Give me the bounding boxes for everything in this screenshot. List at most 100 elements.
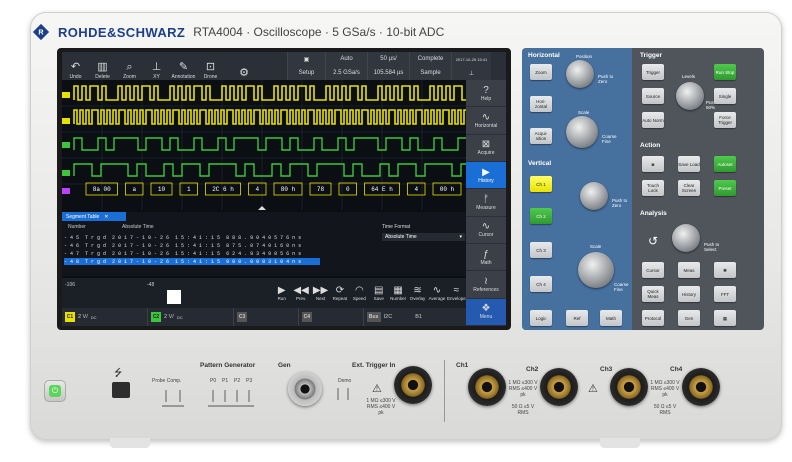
undo-button[interactable]: ↶ Undo bbox=[62, 52, 89, 80]
single-hw-button[interactable]: Single bbox=[714, 88, 736, 104]
ch2-offset-marker[interactable] bbox=[62, 170, 70, 176]
touch-lock-hw-button[interactable]: Touch Lock bbox=[642, 180, 664, 196]
segment-table-panel: Segment Table ✕ Number Absolute Time Time… bbox=[62, 212, 466, 276]
settings-hw-button[interactable]: ✱ bbox=[714, 262, 736, 278]
navigation-knob[interactable] bbox=[672, 224, 700, 252]
table-row[interactable]: - 4 6T r g d2 0 1 7 - 1 0 - 2 61 5 : 4 1… bbox=[64, 242, 320, 249]
acquisition-hw-button[interactable]: Acqui- sition bbox=[530, 128, 552, 144]
ch3-badge[interactable]: C3 bbox=[234, 308, 299, 326]
warning-icon: ⚠ bbox=[588, 383, 598, 395]
annotation-button[interactable]: ✎ Annotation bbox=[170, 52, 197, 80]
ch4-bnc-connector[interactable] bbox=[682, 368, 720, 406]
drone-button[interactable]: ⊡ Drone bbox=[197, 52, 224, 80]
zoom-hw-button[interactable]: Zoom bbox=[530, 64, 552, 80]
logic-hw-button[interactable]: Logic bbox=[530, 310, 552, 326]
trigger-level-knob[interactable] bbox=[676, 82, 704, 110]
ch1-marker[interactable] bbox=[62, 92, 70, 98]
protocol-hw-button[interactable]: Protocol bbox=[642, 310, 664, 326]
sidebar-item-history[interactable]: ▶ History bbox=[466, 161, 506, 190]
cursor-hw-button[interactable]: Cursor bbox=[642, 262, 664, 278]
math-hw-button[interactable]: Math bbox=[600, 310, 622, 326]
speed-button[interactable]: ◠ Speed bbox=[350, 278, 369, 308]
ch1-badge[interactable]: C1 2 V/DC bbox=[62, 308, 149, 326]
apps-hw-button[interactable]: ▦ bbox=[714, 310, 736, 326]
demo-pins[interactable] bbox=[332, 386, 356, 406]
sidebar-item-menu[interactable]: ❖ Menu bbox=[466, 298, 506, 326]
envelope-button[interactable]: ≈ Envelope bbox=[447, 278, 466, 308]
preset-hw-button[interactable]: Preset bbox=[714, 180, 736, 196]
repeat-button[interactable]: ⟳ Repeat bbox=[330, 278, 349, 308]
force-trigger-hw-button[interactable]: Force Trigger bbox=[714, 112, 736, 128]
power-button[interactable]: ⏻ bbox=[44, 380, 66, 402]
i2c-byte-label: 00 h bbox=[440, 186, 455, 193]
quick-meas-hw-button[interactable]: Quick Meas bbox=[642, 286, 664, 302]
horizontal-scale-knob[interactable] bbox=[566, 116, 598, 148]
gen-hw-button[interactable]: Gen bbox=[678, 310, 700, 326]
source-hw-button[interactable]: Source bbox=[642, 88, 664, 104]
run-button[interactable]: ▶ Run bbox=[272, 278, 291, 308]
touchscreen[interactable]: ↶ Undo ▥ Delete ⌕ Zoom ⊥ XY ✎ Annotation ⊡ Dro… bbox=[62, 52, 506, 326]
sidebar-item-acquire[interactable]: ⊠ Acquire bbox=[466, 135, 506, 162]
average-button[interactable]: ∿ Average bbox=[427, 278, 446, 308]
table-row[interactable]: - 4 5T r g d2 0 1 7 - 1 0 - 2 61 5 : 4 1… bbox=[64, 234, 320, 241]
number-button[interactable]: ▦ Number bbox=[388, 278, 407, 308]
ref-hw-button[interactable]: Ref bbox=[566, 310, 588, 326]
prev-button[interactable]: ◀◀ Prev. bbox=[291, 278, 310, 308]
ch2-hw-button[interactable]: Ch 2 bbox=[530, 208, 552, 224]
ch1-bnc-connector[interactable] bbox=[468, 368, 506, 406]
ch2-bnc-connector[interactable] bbox=[540, 368, 578, 406]
clear-screen-hw-button[interactable]: Clear Screen bbox=[678, 180, 700, 196]
history-slider-handle[interactable] bbox=[167, 290, 181, 304]
table-row-selected[interactable]: - 4 8T r g d2 0 1 7 - 1 0 - 2 61 5 : 4 1… bbox=[64, 258, 320, 265]
ch4-hw-button[interactable]: Ch 4 bbox=[530, 276, 552, 292]
table-row[interactable]: - 4 7T r g d2 0 1 7 - 1 0 - 2 61 5 : 4 1… bbox=[64, 250, 320, 257]
camera-hw-button[interactable]: ◙ bbox=[642, 156, 664, 172]
sidebar-item-references[interactable]: ≀ References bbox=[466, 271, 506, 299]
bus-marker[interactable] bbox=[62, 188, 70, 194]
tab-segment-table[interactable]: Segment Table ✕ bbox=[62, 212, 126, 221]
xy-button[interactable]: ⊥ XY bbox=[143, 52, 170, 80]
sidebar-item-horizontal[interactable]: ∿ Horizontal bbox=[466, 107, 506, 135]
horizontal-position-knob[interactable] bbox=[566, 60, 594, 88]
ch2-marker[interactable] bbox=[62, 142, 70, 148]
sidebar-item-math[interactable]: ƒ Math bbox=[466, 244, 506, 272]
autoset-hw-button[interactable]: Autoset bbox=[714, 156, 736, 172]
meas-hw-button[interactable]: Meas bbox=[678, 262, 700, 278]
close-icon[interactable]: ✕ bbox=[104, 214, 108, 220]
zoom-button[interactable]: ⌕ Zoom bbox=[116, 52, 143, 80]
back-icon[interactable]: ↺ bbox=[648, 234, 658, 248]
probe-pins[interactable] bbox=[158, 388, 258, 410]
sidebar-item-measure[interactable]: ᚠ Measure bbox=[466, 189, 506, 217]
gear-button[interactable]: ⚙ bbox=[224, 52, 264, 80]
gen-bnc-connector[interactable] bbox=[288, 372, 322, 406]
delete-button[interactable]: ▥ Delete bbox=[89, 52, 116, 80]
ch3-bnc-connector[interactable] bbox=[610, 368, 648, 406]
waveform-display[interactable]: 8a 00 a 10 1 2C 6 h 4 80 h 78 0 64 E h 4 00 h bbox=[62, 80, 466, 210]
ch4-badge[interactable]: C4 bbox=[299, 308, 364, 326]
ch1-hw-button[interactable]: Ch 1 bbox=[530, 176, 552, 192]
ch1-offset-marker[interactable] bbox=[62, 118, 70, 124]
acquisition-header[interactable]: ▣ Auto 50 µs/ Complete 2017-10-26 15:41 … bbox=[287, 52, 491, 80]
ch3-hw-button[interactable]: Ch 3 bbox=[530, 242, 552, 258]
run-stop-hw-button[interactable]: Run Stop bbox=[714, 64, 736, 80]
auto-norm-hw-button[interactable]: Auto Norm bbox=[642, 112, 664, 128]
sidebar-item-help[interactable]: ? Help bbox=[466, 80, 506, 108]
fft-hw-button[interactable]: FFT bbox=[714, 286, 736, 302]
sidebar-item-cursor[interactable]: ∿ Cursor bbox=[466, 217, 506, 244]
vertical-position-knob[interactable] bbox=[580, 182, 608, 210]
history-hw-button[interactable]: History bbox=[678, 286, 700, 302]
vertical-scale-knob[interactable] bbox=[578, 252, 614, 288]
horizontal-hw-button[interactable]: Hori- zontal bbox=[530, 96, 552, 112]
save-button[interactable]: ▤ Save bbox=[369, 278, 388, 308]
ext-trigger-bnc[interactable] bbox=[394, 366, 432, 404]
ch2-badge[interactable]: C2 2 V/DC bbox=[148, 308, 235, 326]
control-panel: Horizontal Zoom Hori- zontal Acqui- siti… bbox=[522, 48, 764, 330]
save-load-hw-button[interactable]: Save Load bbox=[678, 156, 700, 172]
trigger-hw-button[interactable]: Trigger bbox=[642, 64, 664, 80]
next-button[interactable]: ▶▶ Next bbox=[311, 278, 330, 308]
usb-port[interactable] bbox=[112, 382, 130, 398]
history-slider[interactable]: -106 -48 bbox=[62, 278, 272, 308]
overlay-button[interactable]: ≋ Overlay bbox=[408, 278, 427, 308]
time-format-select[interactable]: Absolute Time ▾ bbox=[382, 233, 465, 241]
bus-badge[interactable]: Bus I2C B1 bbox=[364, 308, 466, 326]
